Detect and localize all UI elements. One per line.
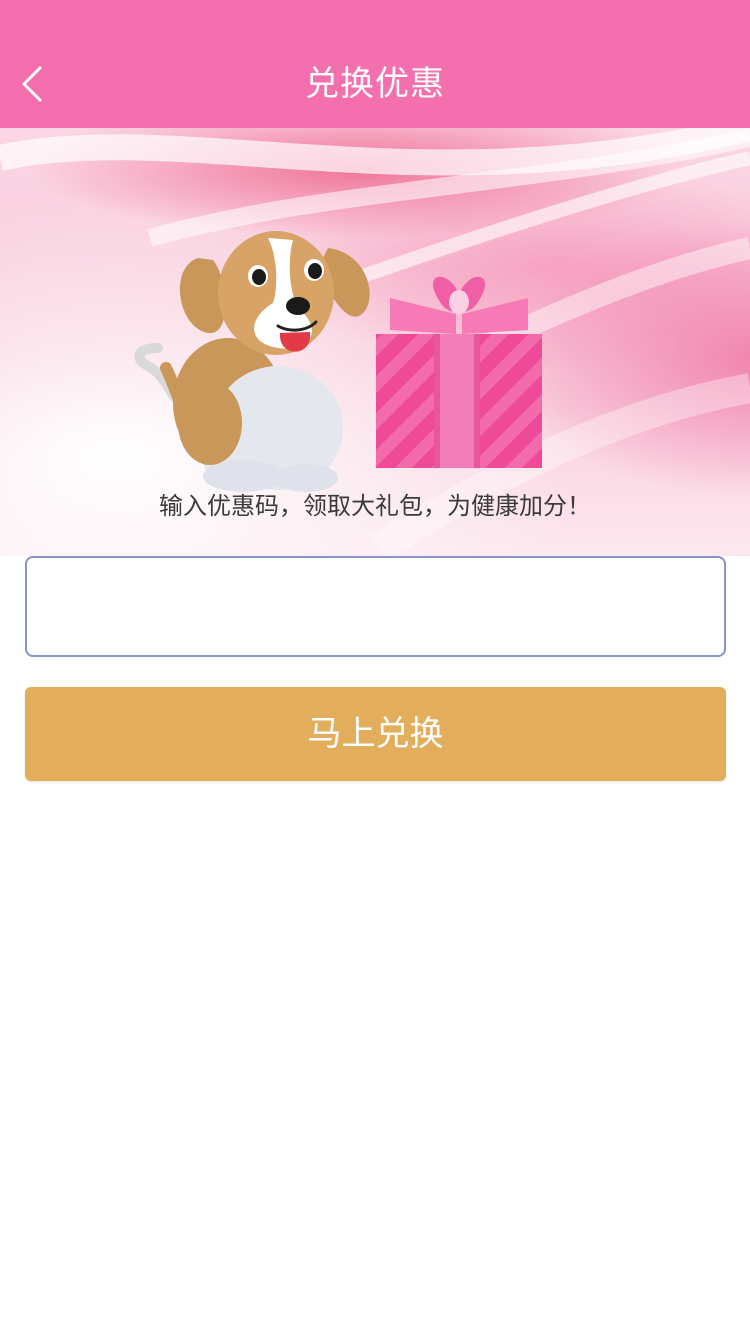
top-nav-bar: 兑换优惠 <box>0 0 750 128</box>
promo-banner: 输入优惠码，领取大礼包，为健康加分！ <box>0 128 750 556</box>
beagle-dog-illustration <box>134 231 370 492</box>
promo-slogan: 输入优惠码，领取大礼包，为健康加分！ <box>159 492 591 520</box>
page-title: 兑换优惠 <box>305 64 445 104</box>
redeem-now-button[interactable]: 马上兑换 <box>25 687 726 781</box>
gift-box-illustration <box>376 276 542 468</box>
coupon-code-input[interactable] <box>25 556 726 657</box>
redeem-coupon-screen: 兑换优惠 输入优惠码，领取大礼包，为健康加分！ 马上兑换 <box>0 0 750 1334</box>
